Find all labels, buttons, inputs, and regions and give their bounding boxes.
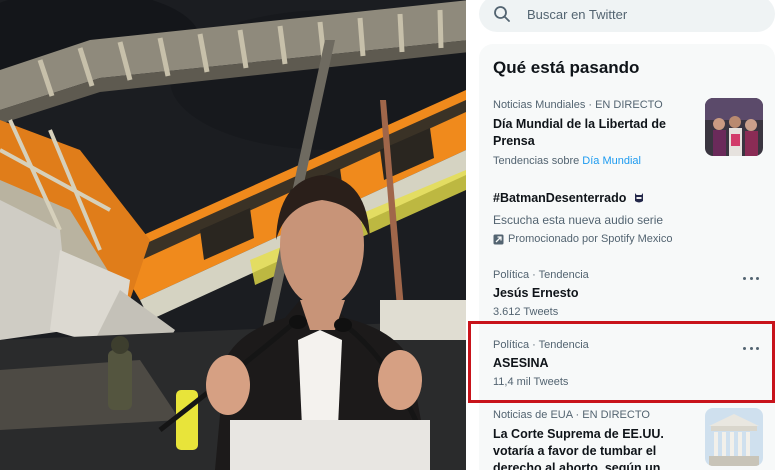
trend-item[interactable]: Noticias de EUA · EN DIRECTO La Corte Su…: [479, 408, 775, 470]
trend-thumbnail: [705, 408, 763, 466]
trend-meta: Noticias Mundiales · EN DIRECTO: [493, 99, 663, 111]
batman-emoji-icon: [632, 191, 646, 209]
trend-name: La Corte Suprema de EE.UU. votaría a fav…: [493, 427, 664, 470]
more-options-icon[interactable]: [743, 274, 759, 282]
trend-meta: Noticias de EUA · EN DIRECTO: [493, 409, 650, 421]
trend-name: #BatmanDesenterrado: [493, 190, 753, 209]
trend-context-link[interactable]: Día Mundial: [582, 155, 641, 167]
promoted-text: Promocionado por Spotify Mexico: [508, 233, 673, 245]
search-input[interactable]: Buscar en Twitter: [527, 7, 627, 22]
trend-meta: Política · Tendencia: [493, 269, 589, 281]
promoted-label: Promocionado por Spotify Mexico: [493, 232, 753, 246]
trend-count: 11,4 mil Tweets: [493, 376, 569, 388]
trend-count: 3.612 Tweets: [493, 306, 559, 318]
trend-meta: Política · Tendencia: [493, 339, 589, 351]
trend-context: Tendencias sobre Día Mundial: [493, 154, 693, 168]
search-icon: [493, 5, 511, 23]
trend-hashtag: #BatmanDesenterrado: [493, 191, 627, 205]
trend-name: Jesús Ernesto: [493, 286, 579, 300]
more-options-icon[interactable]: [743, 344, 759, 352]
trend-name: Día Mundial de la Libertad de Prensa: [493, 117, 666, 148]
promoted-icon: [493, 234, 504, 245]
trend-name: ASESINA: [493, 356, 549, 370]
promoted-trend-item[interactable]: #BatmanDesenterrado Escucha esta nueva a…: [479, 190, 775, 252]
trends-card: Qué está pasando Noticias Mundiales · EN…: [479, 44, 775, 470]
trend-context-prefix: Tendencias sobre: [493, 155, 580, 167]
trend-description: Escucha esta nueva audio serie: [493, 213, 664, 227]
twitter-sidebar: Buscar en Twitter Qué está pasando Notic…: [466, 0, 780, 470]
trend-thumbnail: [705, 98, 763, 156]
collapsed-metro-overpass-photo: [0, 0, 466, 470]
news-photo: [0, 0, 466, 470]
trend-item[interactable]: Noticias Mundiales · EN DIRECTO Día Mund…: [479, 98, 775, 174]
search-bar[interactable]: Buscar en Twitter: [479, 0, 775, 32]
trend-item-highlighted[interactable]: Política · Tendencia ASESINA 11,4 mil Tw…: [479, 338, 775, 398]
trend-item[interactable]: Política · Tendencia Jesús Ernesto 3.612…: [479, 268, 775, 328]
trends-title: Qué está pasando: [493, 58, 640, 77]
